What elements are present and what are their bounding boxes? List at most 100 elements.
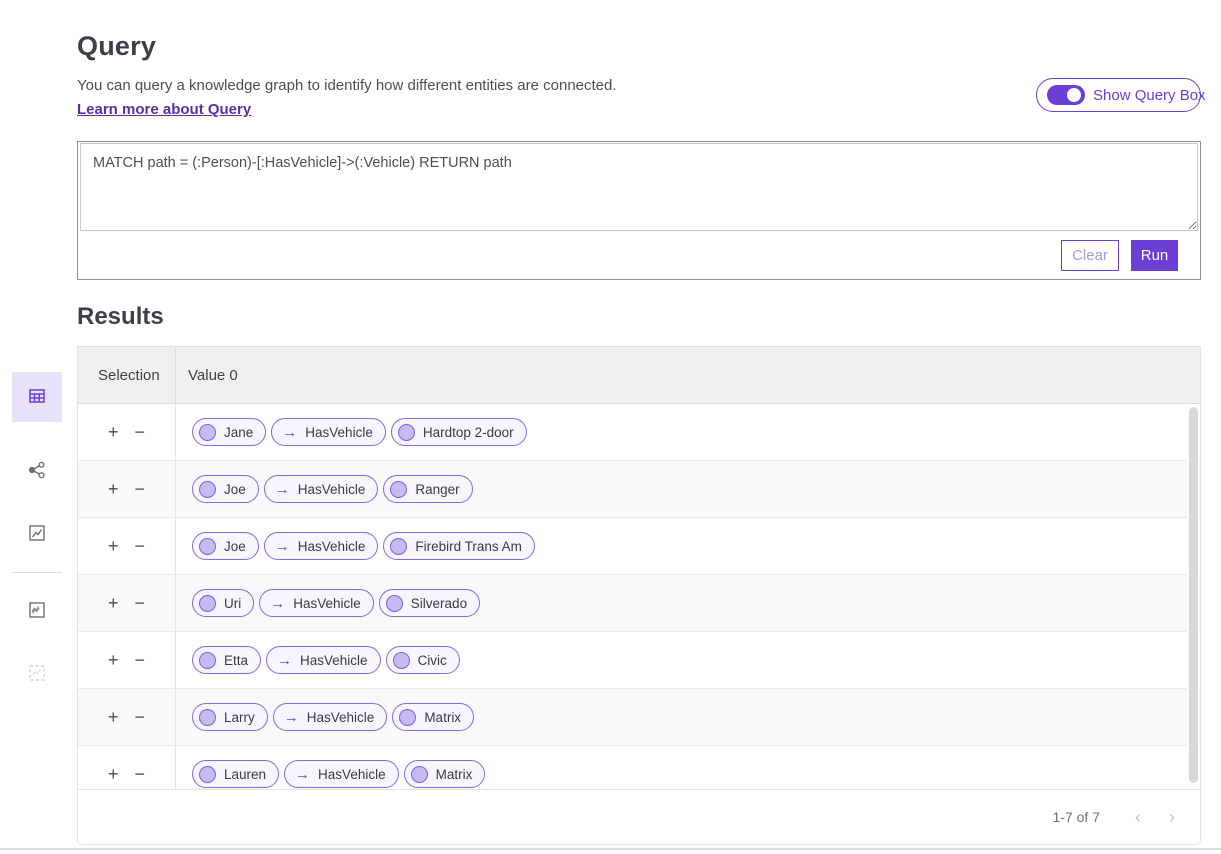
- edge-arrow-icon: →: [271, 482, 290, 497]
- node-icon: [199, 652, 216, 669]
- edge-pill[interactable]: → HasVehicle: [259, 589, 374, 617]
- edge-pill[interactable]: → HasVehicle: [284, 760, 399, 788]
- run-button[interactable]: Run: [1131, 240, 1178, 271]
- collapse-row-button[interactable]: −: [133, 423, 148, 441]
- expand-row-button[interactable]: +: [106, 537, 121, 555]
- query-page: Query You can query a knowledge graph to…: [0, 0, 1221, 854]
- toggle-knob: [1067, 88, 1081, 102]
- pagination-prev-button[interactable]: ‹: [1124, 803, 1152, 831]
- expand-row-button[interactable]: +: [106, 708, 121, 726]
- expand-row-button[interactable]: +: [106, 423, 121, 441]
- table-body: + − Jane → HasVehicle Hardtop 2-door + −: [78, 404, 1200, 791]
- node-pill-target[interactable]: Silverado: [379, 589, 480, 617]
- chart-view-button[interactable]: [12, 509, 62, 559]
- collapse-row-button[interactable]: −: [133, 594, 148, 612]
- collapse-row-button[interactable]: −: [133, 537, 148, 555]
- node-icon: [199, 538, 216, 555]
- selection-cell: + −: [78, 689, 176, 745]
- edge-pill[interactable]: → HasVehicle: [264, 475, 379, 503]
- show-query-box-toggle[interactable]: Show Query Box: [1036, 78, 1201, 112]
- scrollbar-thumb[interactable]: [1189, 407, 1198, 783]
- expand-row-button[interactable]: +: [106, 480, 121, 498]
- table-icon: [26, 385, 48, 410]
- table-row: + − Uri → HasVehicle Silverado: [78, 575, 1200, 632]
- learn-more-link[interactable]: Learn more about Query: [77, 101, 251, 118]
- query-actions: Clear Run: [78, 231, 1200, 271]
- page-bottom-divider: [0, 848, 1221, 850]
- node-pill-source[interactable]: Lauren: [192, 760, 279, 788]
- node-icon: [386, 595, 403, 612]
- node-pill-target[interactable]: Firebird Trans Am: [383, 532, 535, 560]
- query-input[interactable]: MATCH path = (:Person)-[:HasVehicle]->(:…: [80, 143, 1198, 231]
- table-view-button[interactable]: [12, 372, 62, 422]
- collapse-row-button[interactable]: −: [133, 480, 148, 498]
- query-description: You can query a knowledge graph to ident…: [77, 77, 617, 94]
- table-row: + − Larry → HasVehicle Matrix: [78, 689, 1200, 746]
- node-pill-source[interactable]: Etta: [192, 646, 261, 674]
- collapse-row-button[interactable]: −: [133, 765, 148, 783]
- value-cell: Lauren → HasVehicle Matrix: [176, 760, 485, 788]
- table-row: + − Jane → HasVehicle Hardtop 2-door: [78, 404, 1200, 461]
- node-pill-target[interactable]: Civic: [386, 646, 460, 674]
- value-cell: Jane → HasVehicle Hardtop 2-door: [176, 418, 527, 446]
- graph-view-button[interactable]: [12, 446, 62, 496]
- pagination-next-button[interactable]: ›: [1158, 803, 1186, 831]
- table-header: Selection Value 0: [78, 347, 1200, 404]
- toggle-label: Show Query Box: [1093, 87, 1206, 104]
- table-row: + − Lauren → HasVehicle Matrix: [78, 746, 1200, 791]
- edge-arrow-icon: →: [280, 710, 299, 725]
- sidebar-divider: [12, 572, 62, 573]
- node-pill-source[interactable]: Joe: [192, 475, 259, 503]
- node-pill-target[interactable]: Matrix: [404, 760, 486, 788]
- node-icon: [398, 424, 415, 441]
- edge-arrow-icon: →: [271, 539, 290, 554]
- node-icon: [199, 481, 216, 498]
- edge-pill[interactable]: → HasVehicle: [271, 418, 386, 446]
- value-cell: Uri → HasVehicle Silverado: [176, 589, 480, 617]
- vertical-scrollbar[interactable]: [1187, 405, 1199, 791]
- node-icon: [199, 595, 216, 612]
- map-view-button[interactable]: [12, 586, 62, 636]
- table-row: + − Joe → HasVehicle Firebird Trans Am: [78, 518, 1200, 575]
- expand-row-button[interactable]: +: [106, 765, 121, 783]
- widget-view-button: [12, 649, 62, 699]
- view-switcher-sidebar: [12, 372, 62, 699]
- node-icon: [199, 766, 216, 783]
- node-pill-target[interactable]: Ranger: [383, 475, 472, 503]
- node-pill-source[interactable]: Jane: [192, 418, 266, 446]
- node-icon: [199, 709, 216, 726]
- pagination-range: 1-7 of 7: [1053, 809, 1100, 825]
- value-cell: Joe → HasVehicle Ranger: [176, 475, 473, 503]
- results-table: Selection Value 0 + − Jane → HasVehicle …: [77, 346, 1201, 845]
- collapse-row-button[interactable]: −: [133, 651, 148, 669]
- query-box: MATCH path = (:Person)-[:HasVehicle]->(:…: [77, 141, 1201, 280]
- selection-cell: + −: [78, 746, 176, 791]
- node-pill-source[interactable]: Joe: [192, 532, 259, 560]
- selection-cell: + −: [78, 404, 176, 460]
- table-row: + − Etta → HasVehicle Civic: [78, 632, 1200, 689]
- collapse-row-button[interactable]: −: [133, 708, 148, 726]
- selection-cell: + −: [78, 632, 176, 688]
- node-icon: [393, 652, 410, 669]
- node-pill-source[interactable]: Larry: [192, 703, 268, 731]
- clear-button[interactable]: Clear: [1061, 240, 1119, 271]
- selection-cell: + −: [78, 575, 176, 631]
- table-row: + − Joe → HasVehicle Ranger: [78, 461, 1200, 518]
- map-icon: [26, 599, 48, 624]
- column-header-selection: Selection: [78, 347, 176, 403]
- expand-row-button[interactable]: +: [106, 594, 121, 612]
- node-icon: [390, 481, 407, 498]
- node-pill-target[interactable]: Hardtop 2-door: [391, 418, 527, 446]
- value-cell: Joe → HasVehicle Firebird Trans Am: [176, 532, 535, 560]
- edge-pill[interactable]: → HasVehicle: [266, 646, 381, 674]
- value-cell: Larry → HasVehicle Matrix: [176, 703, 474, 731]
- edge-pill[interactable]: → HasVehicle: [264, 532, 379, 560]
- graph-icon: [26, 459, 48, 484]
- node-icon: [399, 709, 416, 726]
- expand-row-button[interactable]: +: [106, 651, 121, 669]
- node-pill-target[interactable]: Matrix: [392, 703, 474, 731]
- edge-pill[interactable]: → HasVehicle: [273, 703, 388, 731]
- results-title: Results: [77, 303, 164, 331]
- toggle-switch-icon[interactable]: [1047, 85, 1085, 105]
- node-pill-source[interactable]: Uri: [192, 589, 254, 617]
